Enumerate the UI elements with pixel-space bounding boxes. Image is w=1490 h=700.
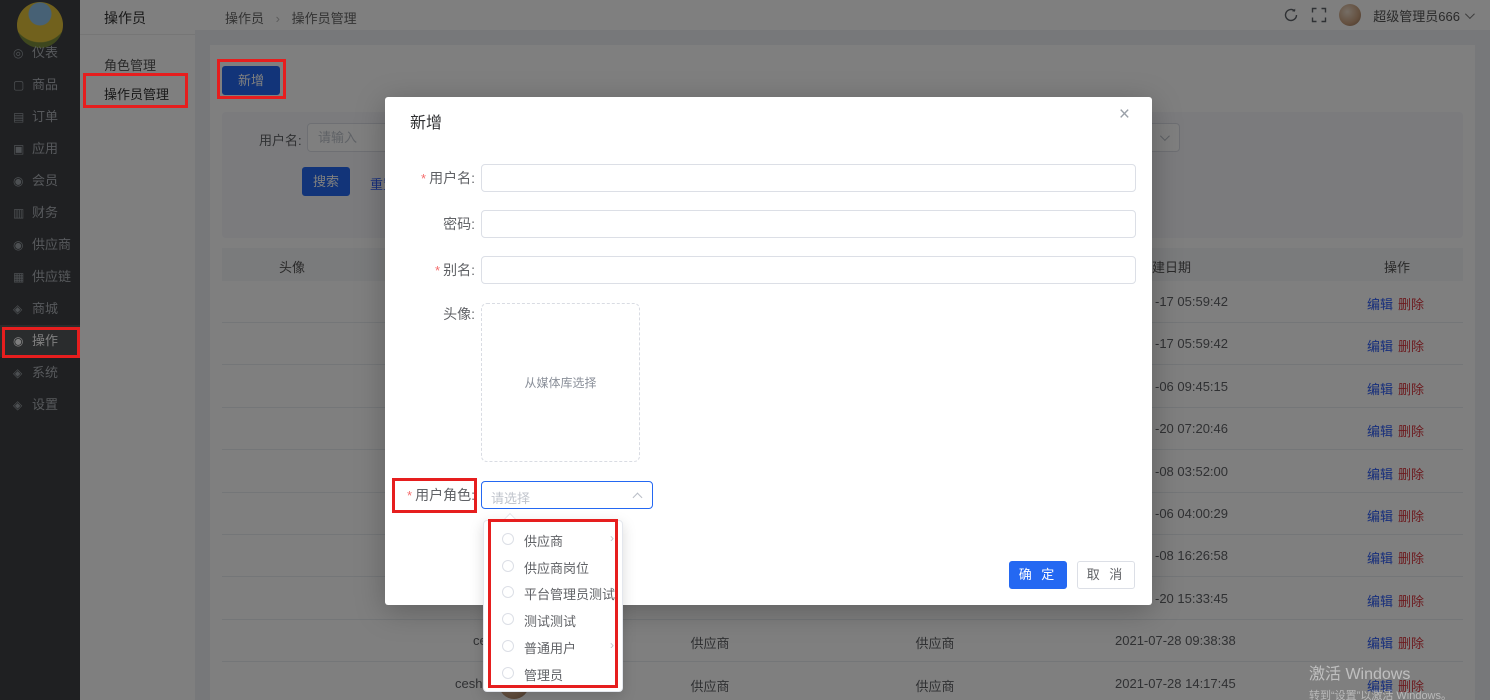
chevron-right-icon: ›	[610, 531, 614, 545]
role-option-label: 普通用户	[524, 638, 576, 657]
avatar-upload-box[interactable]: 从媒体库选择	[481, 303, 640, 462]
chevron-right-icon: ›	[610, 638, 614, 652]
radio-icon[interactable]	[502, 640, 514, 652]
radio-icon[interactable]	[502, 586, 514, 598]
role-option-管理员[interactable]: 管理员	[484, 660, 624, 686]
media-library-button[interactable]: 从媒体库选择	[524, 374, 596, 391]
radio-icon[interactable]	[502, 667, 514, 679]
password-field[interactable]	[481, 210, 1136, 238]
required-mark: *	[407, 488, 412, 503]
role-option-供应商岗位[interactable]: 供应商岗位	[484, 553, 624, 579]
role-option-label: 供应商岗位	[524, 558, 589, 577]
role-select[interactable]: 请选择	[481, 481, 653, 509]
radio-icon[interactable]	[502, 533, 514, 545]
confirm-button[interactable]: 确 定	[1009, 561, 1067, 589]
role-option-label: 管理员	[524, 665, 563, 684]
role-select-placeholder: 请选择	[491, 488, 530, 507]
chevron-up-icon	[633, 493, 643, 503]
username-field[interactable]	[481, 164, 1136, 192]
alias-field[interactable]	[481, 256, 1136, 284]
required-mark: *	[435, 263, 440, 278]
alias-field-label: *别名:	[385, 256, 475, 285]
role-option-平台管理员测试[interactable]: 平台管理员测试	[484, 579, 624, 605]
role-option-label: 供应商	[524, 531, 563, 550]
role-field-label: *用户角色:	[385, 481, 475, 510]
modal-title: 新增	[410, 109, 442, 133]
cancel-button[interactable]: 取 消	[1077, 561, 1135, 589]
role-dropdown-panel: 供应商 › 供应商岗位平台管理员测试测试测试普通用户 › 管理员	[483, 520, 623, 692]
avatar-field-label: 头像:	[385, 300, 475, 328]
password-field-label: 密码:	[385, 210, 475, 238]
role-option-label: 平台管理员测试	[524, 584, 615, 603]
role-option-普通用户[interactable]: 普通用户 ›	[484, 633, 624, 659]
required-mark: *	[421, 171, 426, 186]
username-field-label: *用户名:	[385, 164, 475, 193]
role-option-label: 测试测试	[524, 611, 576, 630]
radio-icon[interactable]	[502, 560, 514, 572]
radio-icon[interactable]	[502, 613, 514, 625]
role-option-供应商[interactable]: 供应商 ›	[484, 526, 624, 552]
close-icon[interactable]: ×	[1119, 105, 1130, 124]
app-root: ◎仪表▢商品▤订单▣应用◉会员▥财务◉供应商▦供应链◈商城◉操作◈系统◈设置 操…	[0, 0, 1490, 700]
role-option-测试测试[interactable]: 测试测试	[484, 606, 624, 632]
